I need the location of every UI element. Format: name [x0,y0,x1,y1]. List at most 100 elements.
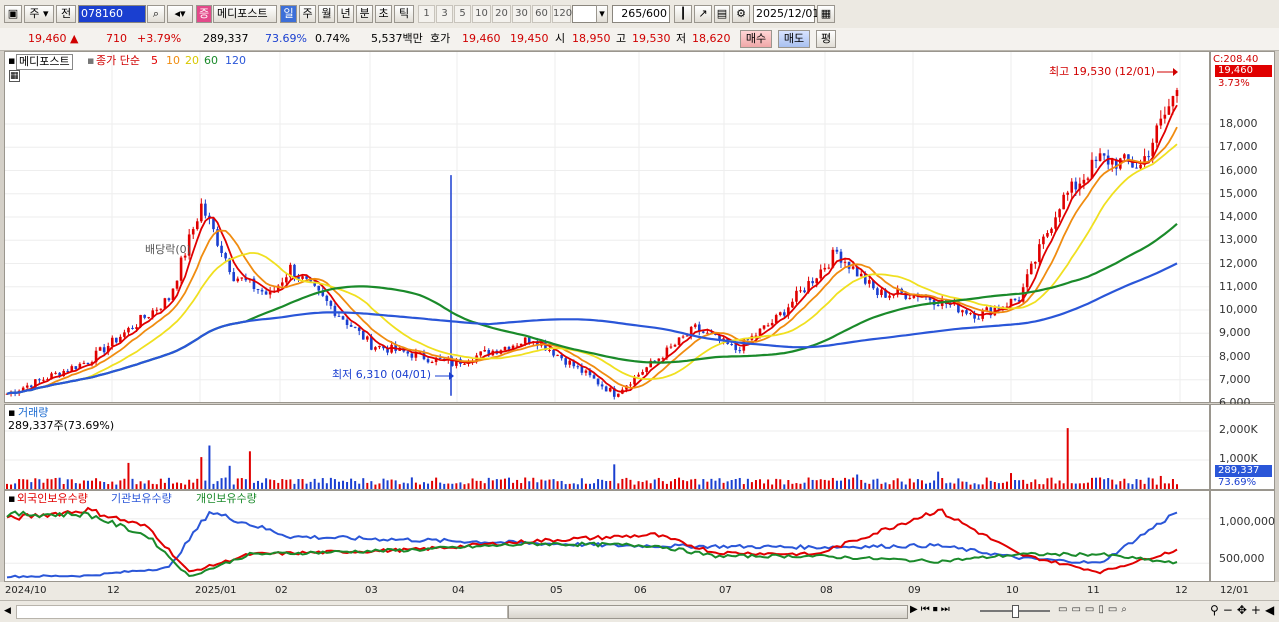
min-60[interactable]: 60 [532,5,551,23]
volume-bar [633,484,636,489]
save-icon[interactable]: ▤ [714,5,730,23]
holdings-pane[interactable]: ▪ 외국인보유수량 기관보유수량 개인보유수량 [4,490,1210,582]
scroll-track[interactable] [16,605,508,619]
volume-bar [783,484,786,489]
volume-bar [46,478,49,489]
eval-button[interactable]: 평 [816,30,836,48]
candle-body [260,289,264,292]
candle-body [1098,153,1102,162]
candle-body [969,313,972,315]
scroll-left-icon[interactable]: ◀ [4,604,14,618]
min-20[interactable]: 20 [492,5,511,23]
playback-icon[interactable]: ▶⏮⏹⏭ [910,604,953,615]
volume-bar [370,481,373,489]
pct-tag: 3.73% [1218,78,1250,89]
zoom-slider-handle[interactable] [1012,605,1019,618]
sell-button[interactable]: 매도 [778,30,810,48]
candle-icon[interactable]: ┃ [674,5,692,23]
candle-body [734,344,738,351]
x-label: 09 [908,585,921,596]
volume: 289,337 [203,32,249,45]
badge-icon: 증 [196,5,212,23]
period-week[interactable]: 주 [299,5,316,23]
volume-bar [1095,477,1098,489]
buy-button[interactable]: 매수 [740,30,772,48]
min-10[interactable]: 10 [472,5,491,23]
table-icon[interactable]: ▦ [9,70,20,82]
volume-bar [273,480,276,489]
volume-bar [499,479,502,489]
prev-button[interactable]: 전 [56,5,76,23]
volume-bar [439,482,442,489]
volume-bar [738,477,741,489]
volume-bar [839,480,842,489]
volume-bar [1163,483,1166,489]
price-pane[interactable]: ▪ 메디포스트 ▪ 종가 단순 5 10 20 60 120 ▦ 최고 19,5… [4,51,1210,403]
view-tools-icon[interactable]: ▭▭▭▯▭⌕ [1058,604,1131,615]
page-count[interactable]: 265/600 [612,5,670,23]
volume-bar [852,477,855,489]
candle-body [345,319,349,325]
price-y-label: 11,000 [1219,279,1258,293]
stock-name[interactable]: 메디포스트 [213,5,277,23]
period-month[interactable]: 월 [318,5,335,23]
min-5[interactable]: 5 [454,5,471,23]
price-y-label: 7,000 [1219,372,1251,386]
candle-body [191,229,195,235]
period-day[interactable]: 일 [280,5,297,23]
market-select[interactable]: 주 ▾ [24,5,54,23]
volume-bar [1099,477,1102,489]
period-tick[interactable]: 틱 [394,5,414,23]
holdings-square-icon: ▪ [8,492,16,505]
volume-bar [163,482,166,489]
volume-bar [876,478,879,489]
period-year[interactable]: 년 [337,5,354,23]
volume-value: 289,337주(73.69%) [8,419,115,432]
candle-body [851,266,855,269]
volume-bar [807,477,810,489]
period-minute[interactable]: 분 [356,5,373,23]
volume-bar [763,483,766,489]
volume-bar [107,484,110,489]
scroll-thumb[interactable] [508,605,908,619]
gear-icon[interactable]: ⚙ [732,5,750,23]
volume-bar [617,483,620,489]
candle-body [131,327,134,329]
volume-bar [1147,477,1150,489]
speaker-icon[interactable]: ◂▾ [167,5,193,23]
volume-pane[interactable]: ▪ 거래량 289,337주(73.69%) [4,404,1210,490]
volume-bar [366,482,369,489]
line-tool-icon[interactable]: ↗ [694,5,712,23]
volume-bar [82,480,85,489]
min-120[interactable]: 120 [552,5,572,23]
candle-body [1050,228,1053,234]
x-label: 12 [1175,585,1188,596]
layout-icon[interactable]: ▣ [4,5,22,23]
period-second[interactable]: 초 [375,5,392,23]
volume-bar [447,483,450,489]
volume-bar [613,464,616,489]
min-3[interactable]: 3 [436,5,453,23]
search-icon[interactable]: ⌕ [147,5,165,23]
candle-body [1171,96,1175,107]
date-input[interactable]: 2025/12/01 [753,5,819,23]
chevron-down-icon[interactable]: ▾ [596,5,608,23]
volume-bar [111,481,114,489]
code-input[interactable]: 078160 [78,5,146,23]
candle-body [799,290,802,292]
price-pane-title[interactable]: 메디포스트 [16,54,73,70]
zoom-tools-icon[interactable]: ⚲−✥+◀ [1210,603,1278,617]
volume-bar [455,483,458,489]
page-total: /600 [642,7,667,20]
candle-body [353,326,357,328]
min-1[interactable]: 1 [418,5,435,23]
volume-bar [451,483,454,489]
volume-bar [70,479,73,489]
volume-square-icon: ▪ [8,406,16,419]
volume-tag-pct: 73.69% [1218,477,1257,488]
min-30[interactable]: 30 [512,5,531,23]
volume-bar [831,477,834,489]
volume-bar [200,457,203,489]
volume-bar [1086,482,1089,489]
calendar-icon[interactable]: ▦ [817,5,835,23]
